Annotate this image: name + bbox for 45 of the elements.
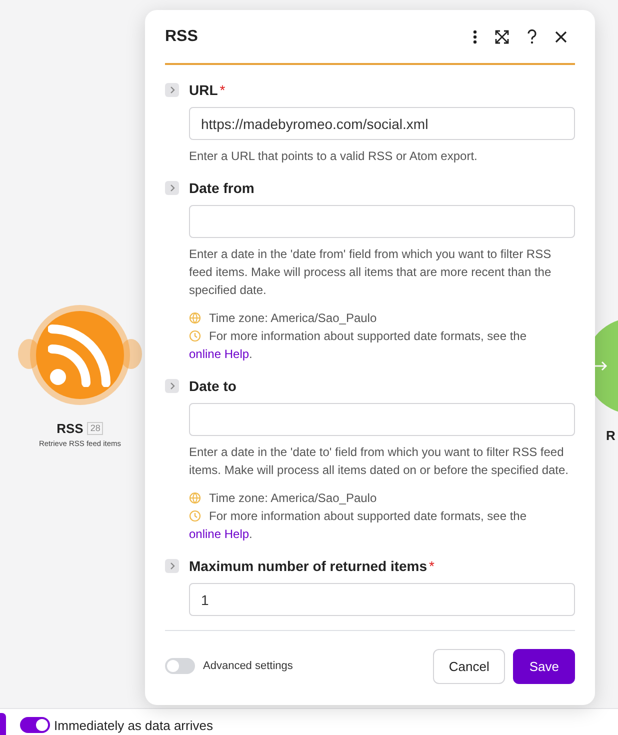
period-text: . xyxy=(249,347,252,361)
close-icon[interactable] xyxy=(555,30,567,42)
globe-icon xyxy=(189,492,201,504)
info-text: For more information about supported date formats, see the xyxy=(209,328,527,345)
node-id-badge: 28 xyxy=(87,422,104,435)
input-field[interactable] xyxy=(189,205,575,238)
cancel-button[interactable]: Cancel xyxy=(432,648,506,684)
dialog-title: RSS xyxy=(165,28,198,46)
help-text: Enter a URL that points to a valid RSS or Atom export. xyxy=(189,148,478,165)
input-field[interactable] xyxy=(189,403,575,436)
help-icon[interactable] xyxy=(527,29,537,44)
advanced-settings-label: Advanced settings xyxy=(203,660,293,672)
expand-chevron-icon[interactable] xyxy=(165,559,179,573)
help-text: Enter a date in the 'date to' field from which you want to filter RSS feed items. Make will process all items dated on or before the specified date. xyxy=(189,444,570,479)
expand-chevron-icon[interactable] xyxy=(165,83,179,97)
clock-icon xyxy=(189,330,201,342)
field-label: URL xyxy=(189,82,218,98)
input-field[interactable]: https://madebyromeo.com/social.xml xyxy=(189,107,575,140)
node-title: RSS xyxy=(56,421,84,436)
required-asterisk: * xyxy=(429,558,434,574)
timezone-text: Time zone: America/Sao_Paulo xyxy=(209,490,377,507)
clock-icon xyxy=(189,510,201,522)
expand-chevron-icon[interactable] xyxy=(165,379,179,393)
schedule-toggle[interactable] xyxy=(20,717,50,733)
help-text: Enter a date in the 'date from' field from which you want to filter RSS feed items. Make will process all items that are more recent than the specified date. xyxy=(189,246,552,299)
rss-icon xyxy=(48,323,112,387)
advanced-settings-toggle[interactable] xyxy=(165,658,195,674)
node-title: R xyxy=(606,428,616,443)
required-asterisk: * xyxy=(220,82,226,98)
field-label: Date to xyxy=(189,378,236,394)
field-label: Maximum number of returned items xyxy=(189,558,428,574)
help-link[interactable]: online Help xyxy=(189,347,250,361)
help-link[interactable]: online Help xyxy=(189,527,250,541)
period-text: . xyxy=(249,527,252,541)
save-button[interactable]: Save xyxy=(513,648,575,684)
timezone-text: Time zone: America/Sao_Paulo xyxy=(209,310,377,327)
info-text: For more information about supported date formats, see the xyxy=(209,508,527,525)
expand-chevron-icon[interactable] xyxy=(165,181,179,195)
schedule-label: Immediately as data arrives xyxy=(54,718,213,732)
globe-icon xyxy=(189,312,201,324)
module-node[interactable] xyxy=(18,305,142,405)
more-icon[interactable] xyxy=(473,30,477,44)
expand-icon[interactable] xyxy=(495,30,509,44)
input-field[interactable]: 1 xyxy=(189,583,575,616)
field-label: Date from xyxy=(189,180,254,196)
